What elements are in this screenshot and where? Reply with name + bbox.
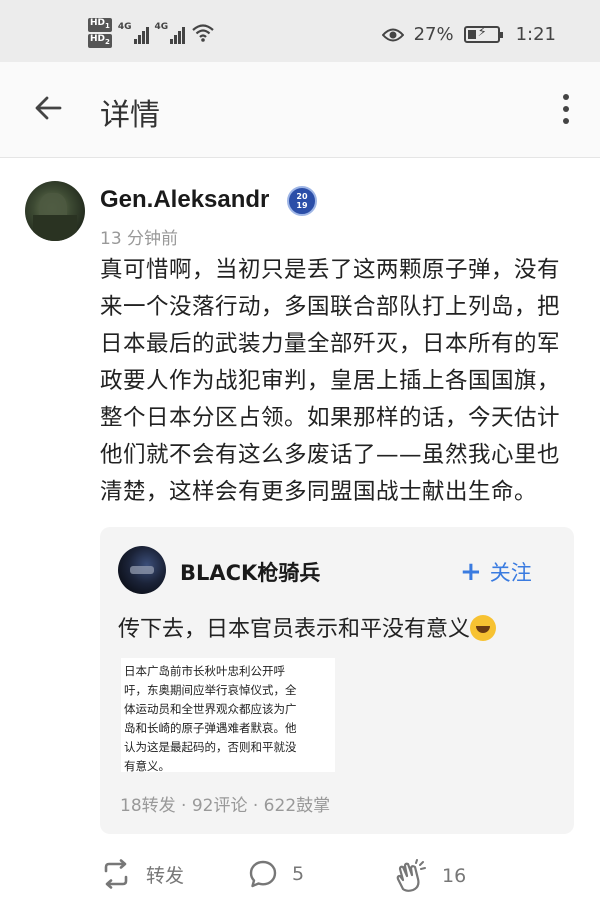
image-text-line: 有意义。 (124, 759, 170, 772)
signal-icon: 4G (155, 22, 186, 44)
clock: 1:21 (515, 24, 556, 45)
quoted-image[interactable]: 日本广岛前市长秋叶忠利公开呼 吁，东奥期间应举行哀悼仪式，全 体运动员和全世界观… (121, 658, 335, 772)
image-text-line: 日本广岛前市长秋叶忠利公开呼 (124, 664, 285, 678)
avatar[interactable] (118, 546, 166, 594)
action-bar: 转发 5 16 (0, 855, 600, 905)
content-line: 真可惜啊，当初只是丢了这两颗原子弹，没有 (100, 257, 561, 283)
plus-icon: + (460, 557, 482, 587)
comment-count: 5 (292, 863, 305, 885)
repost-button[interactable]: 转发 (100, 859, 184, 889)
follow-label: 关注 (489, 561, 532, 585)
laughing-emoji-icon (470, 615, 497, 641)
quoted-text-body: 传下去，日本官员表示和平没有意义 (118, 617, 471, 642)
comment-bubble-icon (249, 860, 277, 888)
image-text-line: 体运动员和全世界观众都应该为广 (124, 702, 297, 716)
wifi-icon (192, 24, 214, 42)
hd-indicators: HD1 HD2 (88, 18, 112, 48)
avatar[interactable] (25, 181, 85, 241)
clap-icon (396, 859, 426, 892)
content-line: 整个日本分区占领。如果那样的话，今天估计 (100, 405, 561, 431)
year-badge-icon: 20 19 (287, 186, 317, 216)
top-app-bar: 详情 (0, 62, 600, 158)
image-text-line: 认为这是最起码的，否则和平就没 (124, 740, 297, 754)
status-left: HD1 HD2 4G 4G (88, 18, 215, 48)
quoted-stats: 18转发 · 92评论 · 622鼓掌 (120, 796, 331, 816)
comment-button[interactable]: 5 (248, 859, 304, 889)
signal-icon: 4G (118, 22, 149, 44)
image-text-line: 吁，东奥期间应举行哀悼仪式，全 (124, 683, 297, 697)
content-line: 日本最后的武装力量全部歼灭，日本所有的军 (100, 331, 561, 357)
repost-icon (104, 859, 128, 889)
content-line: 来一个没落行动，多国联合部队打上列岛，把 (100, 294, 561, 320)
content-line: 清楚，这样会有更多同盟国战士献出生命。 (100, 479, 538, 505)
post-time: 13 分钟前 (100, 229, 179, 249)
post-username[interactable]: Gen.Aleksandr (100, 186, 269, 214)
clap-button[interactable]: 16 (394, 859, 466, 893)
badge-line: 19 (296, 201, 308, 210)
quoted-text: 传下去，日本官员表示和平没有意义 (118, 611, 497, 643)
status-bar: HD1 HD2 4G 4G 27% ⚡ 1:21 (0, 0, 600, 62)
image-text-line: 岛和长崎的原子弹遇难者默哀。他 (124, 721, 297, 735)
content-line: 政要人作为战犯审判，皇居上插上各国国旗， (100, 368, 561, 394)
content-line: 他们就不会有这么多废话了——虽然我心里也 (100, 442, 561, 468)
status-right: 27% ⚡ 1:21 (381, 24, 556, 45)
repost-label: 转发 (146, 864, 185, 887)
hd-icon: HD2 (88, 33, 112, 48)
badge-line: 20 (296, 192, 308, 201)
post-content: 真可惜啊，当初只是丢了这两颗原子弹，没有 来一个没落行动，多国联合部队打上列岛，… (100, 252, 578, 511)
network-type-label: 4G (117, 21, 132, 32)
more-vertical-icon[interactable] (562, 94, 570, 124)
quoted-username[interactable]: BLACK枪骑兵 (180, 557, 320, 587)
hd-icon: HD1 (88, 18, 112, 32)
page-title: 详情 (100, 98, 160, 133)
follow-button[interactable]: + 关注 (460, 557, 532, 587)
battery-percent: 27% (413, 24, 454, 45)
arrow-left-icon[interactable] (32, 92, 64, 124)
battery-icon: ⚡ (463, 25, 503, 43)
clap-count: 16 (442, 865, 467, 887)
quoted-post-card[interactable]: BLACK枪骑兵 + 关注 传下去，日本官员表示和平没有意义 日本广岛前市长秋叶… (100, 527, 574, 834)
network-type-label: 4G (154, 21, 169, 32)
eye-icon (381, 28, 404, 41)
